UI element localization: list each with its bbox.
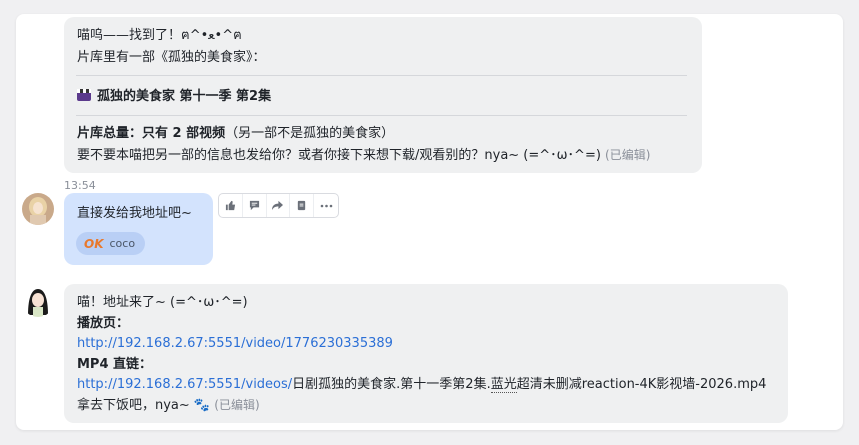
edited-label: (已编辑) bbox=[214, 398, 260, 412]
bot-message-text: 拿去下饭吧，nya~ 🐾 (已编辑) bbox=[77, 398, 260, 413]
edited-label: (已编辑) bbox=[605, 148, 651, 162]
library-total: 片库总量：只有 2 部视频（另一部不是孤独的美食家） bbox=[77, 126, 395, 141]
bot-message-text: 喵！地址来了~ (=^･ω･^=) bbox=[77, 295, 248, 310]
play-page-link[interactable]: http://192.168.2.67:5551/video/177623033… bbox=[77, 334, 393, 354]
quote-icon[interactable] bbox=[290, 194, 315, 217]
reaction-user: coco bbox=[109, 237, 136, 250]
forward-icon[interactable] bbox=[267, 194, 291, 217]
mp4-link-label: MP4 直链： bbox=[77, 357, 153, 372]
user-message-text: 直接发给我地址吧~ bbox=[77, 206, 192, 221]
mp4-link[interactable]: http://192.168.2.67:5551/videos/日剧孤独的美食家… bbox=[77, 375, 766, 395]
message-toolbar bbox=[218, 193, 339, 218]
clapper-icon bbox=[77, 89, 91, 101]
more-icon[interactable] bbox=[314, 194, 338, 217]
ok-reaction-icon: OK bbox=[84, 236, 104, 251]
thumbs-up-icon[interactable] bbox=[219, 194, 243, 217]
divider bbox=[76, 75, 687, 76]
bot-avatar[interactable] bbox=[22, 285, 54, 317]
divider bbox=[76, 115, 687, 116]
message-time: 13:54 bbox=[64, 179, 96, 192]
bot-message-text: 喵呜——找到了！ฅ^•ﻌ•^ฅ bbox=[77, 28, 242, 43]
comment-icon[interactable] bbox=[243, 194, 267, 217]
play-page-label: 播放页： bbox=[77, 316, 130, 331]
bot-message-text: 要不要本喵把另一部的信息也发给你？或者你接下来想下载/观看别的？nya~ (=^… bbox=[77, 148, 651, 163]
bot-message-text: 片库里有一部《孤独的美食家》： bbox=[77, 50, 266, 65]
reaction-chip[interactable]: OK coco bbox=[76, 232, 146, 255]
movie-title: 孤独的美食家 第十一季 第2集 bbox=[77, 87, 271, 107]
user-avatar[interactable] bbox=[22, 193, 54, 225]
